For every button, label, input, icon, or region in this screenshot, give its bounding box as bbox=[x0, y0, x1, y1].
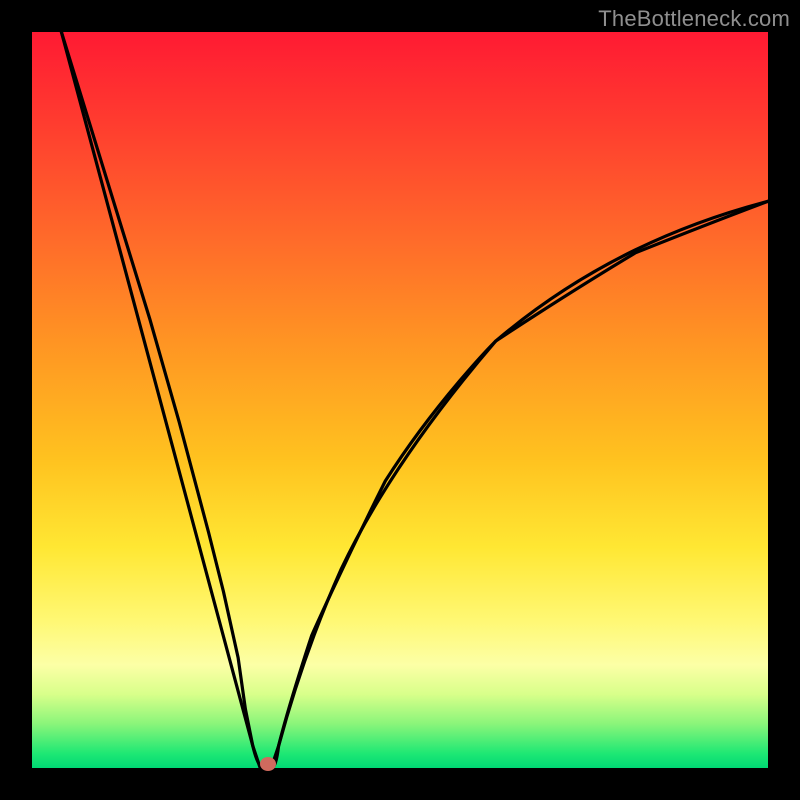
plot-area bbox=[32, 32, 768, 768]
watermark-text: TheBottleneck.com bbox=[598, 6, 790, 32]
bottleneck-curve bbox=[32, 32, 768, 768]
chart-frame: TheBottleneck.com bbox=[0, 0, 800, 800]
balance-point-marker bbox=[260, 757, 276, 771]
